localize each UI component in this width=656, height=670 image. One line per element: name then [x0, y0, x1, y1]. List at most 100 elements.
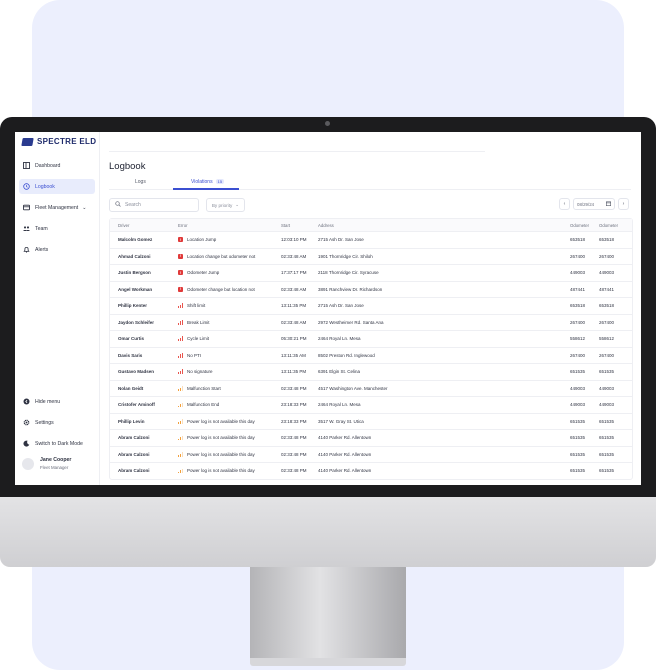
search-placeholder: Search	[125, 202, 141, 208]
table-row[interactable]: Nolan Geidt Malfunction Start 02:33:48 PM 4…	[110, 381, 632, 397]
cell-address: 2715 Ash Dr. San Jose	[318, 303, 364, 309]
search-icon	[115, 201, 121, 209]
cell-address: 4517 Washington Ave. Manchester	[318, 385, 388, 391]
monitor-stand	[250, 567, 406, 660]
user-role: Fleet Manager	[40, 465, 69, 470]
sidebar-item-label: Fleet Management	[35, 204, 79, 211]
sidebar-item-alerts[interactable]: Alerts	[19, 242, 95, 257]
cell-error: No PTI	[178, 348, 201, 364]
critical-icon: !	[178, 270, 183, 276]
brand-logo[interactable]: SPECTRE ELD	[21, 137, 96, 146]
monitor-stand-base	[250, 658, 406, 666]
cell-address: 6391 Elgin St. Celina	[318, 369, 361, 375]
settings-button[interactable]: Settings	[19, 415, 95, 430]
collapse-icon	[23, 398, 30, 405]
active-tab-indicator	[173, 188, 239, 190]
prev-date-button[interactable]: ‹	[559, 198, 570, 210]
calendar-icon	[606, 201, 612, 207]
table-row[interactable]: Malcolm Gomez! Location Jump 12:03:10 PM 27…	[110, 232, 632, 249]
table-row[interactable]: Phillip Kenter Shift limit 13:11:35 PM 2715…	[110, 298, 632, 315]
signal-bars-icon	[178, 419, 183, 424]
tab-violations[interactable]: Violations 15	[191, 179, 225, 185]
sidebar-item-team[interactable]: Team	[19, 221, 95, 236]
error-text: No signature	[187, 369, 213, 375]
cell-odometer-end: 653518	[599, 303, 615, 309]
cell-driver: Gustavo Madsen	[118, 369, 155, 375]
error-text: Malfunction Start	[187, 385, 221, 391]
sidebar-item-logbook[interactable]: Logbook	[19, 179, 95, 194]
cell-odometer-end: 653518	[599, 237, 615, 243]
error-text: Power log is not available this day	[187, 468, 255, 474]
search-input[interactable]: Search	[109, 198, 199, 212]
sidebar-item-dashboard[interactable]: Dashboard	[19, 158, 95, 173]
gear-icon	[23, 419, 30, 426]
cell-odometer-end: 651535	[599, 451, 615, 457]
error-text: Power log is not available this day	[187, 418, 255, 424]
cell-start: 05:30:21 PM	[281, 336, 307, 342]
bell-icon	[23, 246, 30, 253]
signal-bars-icon	[178, 352, 183, 358]
cell-start: 23:18:33 PM	[281, 418, 307, 424]
cell-odometer-start: 267400	[570, 352, 586, 358]
cell-driver: Ahmad Calzoni	[118, 253, 151, 259]
table-row[interactable]: Jaydon Schleifer Break Limit 02:33:48 AM 29…	[110, 315, 632, 331]
cell-start: 12:03:10 PM	[281, 237, 307, 243]
cell-error: ! Location change but odometer not	[178, 249, 255, 265]
sidebar-item-fleet-management[interactable]: Fleet Management ⌄	[19, 200, 95, 215]
avatar	[22, 457, 34, 470]
table-row[interactable]: Angel Workman! Odometer change but locati…	[110, 282, 632, 298]
dark-mode-toggle[interactable]: Switch to Dark Mode	[19, 436, 95, 451]
next-date-button[interactable]: ›	[618, 198, 629, 210]
column-header-odometer-end[interactable]: Odometer	[599, 219, 618, 231]
signal-bars-icon	[178, 303, 183, 309]
table-row[interactable]: Abram Calzoni Power log is not available …	[110, 430, 632, 447]
cell-start: 02:33:48 AM	[281, 253, 307, 259]
table-row[interactable]: Omar Curtis Cycle Limit 05:30:21 PM 2464 Ro…	[110, 331, 632, 348]
cell-address: 1901 Thornridge Cir. Shiloh	[318, 253, 373, 259]
cell-error: ! Odometer change but location not	[178, 282, 255, 298]
cell-start: 02:33:48 AM	[281, 319, 307, 325]
cell-odometer-start: 653518	[570, 237, 586, 243]
cell-odometer-start: 653518	[570, 303, 586, 309]
column-header-address[interactable]: Address	[318, 219, 334, 231]
cell-start: 17:37:17 PM	[281, 270, 307, 276]
history-icon	[23, 183, 30, 190]
table-row[interactable]: Gustavo Madsen No signature 13:11:35 PM 639…	[110, 364, 632, 381]
column-header-driver[interactable]: Driver	[118, 219, 129, 231]
date-field[interactable]: 08/29/24	[573, 198, 615, 210]
cell-error: Power log is not available this day	[178, 447, 255, 463]
column-header-error[interactable]: Error	[178, 219, 188, 231]
priority-select[interactable]: By priority ⌄	[206, 198, 245, 212]
table-row[interactable]: Abram Calzoni Power log is not available …	[110, 463, 632, 479]
table-row[interactable]: Justin Bergson! Odometer Jump 17:37:17 PM 2…	[110, 265, 632, 282]
cell-odometer-end: 267400	[599, 352, 615, 358]
sidebar-bottom: Hide menu Settings Switch to Dark Mode J…	[19, 394, 95, 470]
column-header-odometer-start[interactable]: Odometer	[570, 219, 589, 231]
date-value: 08/29/24	[577, 201, 595, 207]
priority-label: By priority	[211, 202, 233, 208]
cell-address: 3517 W. Gray St. Utica	[318, 418, 364, 424]
hide-menu-button[interactable]: Hide menu	[19, 394, 95, 409]
column-header-start[interactable]: Start	[281, 219, 290, 231]
dashboard-icon	[23, 162, 30, 169]
cell-error: No signature	[178, 364, 213, 380]
sidebar: SPECTRE ELD Dashboard Logbook Fleet Mana…	[15, 132, 100, 485]
error-text: Odometer Jump	[187, 270, 220, 276]
table-row[interactable]: Abram Calzoni Power log is not available …	[110, 447, 632, 463]
cell-address: 2118 Thornridge Cir. Syracuse	[318, 270, 379, 276]
error-text: Location Jump	[187, 237, 217, 243]
topbar-divider	[109, 151, 485, 152]
table-row[interactable]: Ahmad Calzoni ! Location change but odomet…	[110, 249, 632, 265]
tab-logs[interactable]: Logs	[135, 179, 146, 185]
table-row[interactable]: Phillip Levin Power log is not available …	[110, 414, 632, 430]
table-row[interactable]: Cristofer Aminoff Malfunction End 23:18:33…	[110, 397, 632, 414]
user-profile[interactable]: Jane Cooper Fleet Manager	[19, 457, 95, 470]
cell-driver: Jaydon Schleifer	[118, 319, 155, 325]
error-text: No PTI	[187, 352, 202, 358]
cell-address: 2972 Westheimer Rd. Santa Ana	[318, 319, 384, 325]
critical-icon: !	[178, 253, 183, 259]
page-title: Logbook	[109, 161, 146, 172]
cell-error: Shift limit	[178, 298, 205, 314]
cell-odometer-end: 449003	[599, 402, 615, 408]
table-row[interactable]: Davis Saris No PTI 13:11:35 AM 8502 Preston…	[110, 348, 632, 364]
